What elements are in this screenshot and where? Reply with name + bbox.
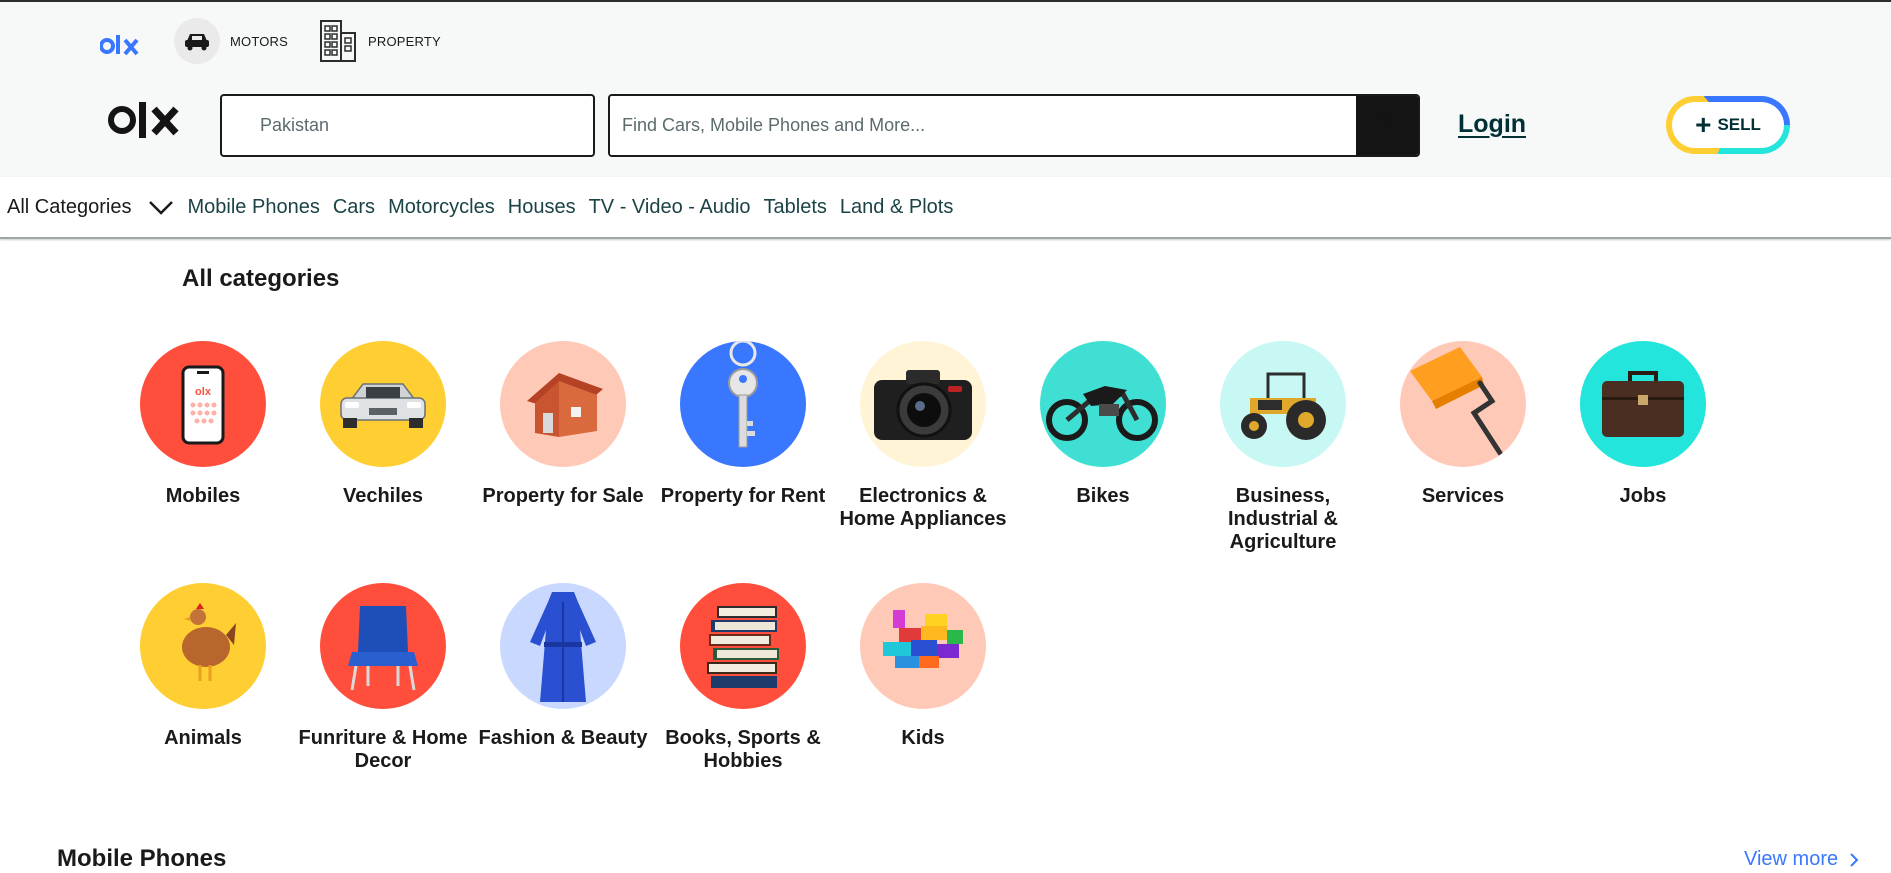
category-business[interactable]: Business, Industrial & Agriculture (1183, 341, 1383, 554)
category-books[interactable]: Books, Sports & Hobbies (643, 583, 843, 773)
car-icon (174, 18, 220, 64)
sell-button-inner: + SELL (1672, 102, 1784, 148)
olx-logo-icon[interactable] (108, 99, 180, 141)
category-furniture[interactable]: Funriture & Home Decor (283, 583, 483, 773)
dress-icon (500, 583, 626, 709)
location-input[interactable] (220, 94, 595, 157)
search-box (608, 94, 1420, 157)
plus-icon: + (1695, 109, 1712, 140)
category-label: Funriture & Home Decor (298, 727, 468, 772)
category-label: Services (1421, 485, 1505, 507)
category-mobiles[interactable]: olx Mobiles (103, 341, 303, 508)
category-services[interactable]: Services (1363, 341, 1563, 508)
sell-button[interactable]: + SELL (1666, 96, 1790, 154)
category-property-for-sale[interactable]: Property for Sale (463, 341, 663, 508)
category-label: Fashion & Beauty (478, 727, 648, 749)
all-categories-dropdown[interactable]: All Categories (7, 196, 188, 219)
olx-small-logo-icon[interactable] (100, 32, 142, 58)
category-label: Jobs (1619, 485, 1667, 507)
category-label: Animals (164, 727, 242, 749)
category-kids[interactable]: Kids (823, 583, 1023, 750)
all-categories-title: All categories (182, 265, 340, 292)
all-categories-label: All Categories (7, 195, 132, 218)
car-icon (320, 341, 446, 467)
category-label: Mobiles (165, 485, 241, 507)
category-label: Electronics & Home Appliances (839, 485, 1007, 530)
camera-icon (860, 341, 986, 467)
category-jobs[interactable]: Jobs (1543, 341, 1743, 508)
brand-row: MOTORS PROPERTY (100, 16, 471, 66)
briefcase-icon (1580, 341, 1706, 467)
chicken-icon (140, 583, 266, 709)
category-label: Vechiles (342, 485, 424, 507)
key-icon (680, 341, 806, 467)
chevron-right-icon (1850, 852, 1859, 867)
svg-text:olx: olx (195, 386, 212, 398)
motorbike-icon (1040, 341, 1166, 467)
mobile-phone-icon: olx (140, 341, 266, 467)
motors-tab[interactable]: MOTORS (174, 18, 288, 64)
motors-label: MOTORS (230, 33, 289, 49)
books-icon (680, 583, 806, 709)
search-button[interactable] (1356, 96, 1418, 155)
house-icon (500, 341, 626, 467)
nav-link-tv-video-audio[interactable]: TV - Video - Audio (589, 196, 751, 219)
chevron-down-icon (148, 201, 173, 215)
category-label: Business, Industrial & Agriculture (1227, 485, 1338, 553)
login-link[interactable]: Login (1458, 110, 1526, 139)
category-bikes[interactable]: Bikes (1003, 341, 1203, 508)
category-label: Property for Rent (660, 485, 826, 507)
toy-blocks-icon (860, 583, 986, 709)
nav-link-cars[interactable]: Cars (333, 196, 375, 219)
category-vehicles[interactable]: Vechiles (283, 341, 483, 508)
nav-link-motorcycles[interactable]: Motorcycles (388, 196, 495, 219)
category-property-for-rent[interactable]: Property for Rent (643, 341, 843, 508)
paint-roller-icon (1400, 341, 1526, 467)
building-icon (318, 18, 358, 64)
category-fashion[interactable]: Fashion & Beauty (463, 583, 663, 750)
chair-icon (320, 583, 446, 709)
mobile-phones-section-title: Mobile Phones (57, 845, 227, 872)
property-tab[interactable]: PROPERTY (318, 18, 441, 64)
nav-link-houses[interactable]: Houses (508, 196, 576, 219)
sell-label: SELL (1717, 115, 1761, 134)
search-icon (1378, 116, 1392, 131)
header: MOTORS PROPERTY Pakistan Find Cars, Mobi… (0, 2, 1891, 177)
nav-link-land-plots[interactable]: Land & Plots (840, 196, 953, 219)
category-label: Kids (901, 727, 945, 749)
category-label: Property for Sale (482, 485, 644, 507)
view-more-label: View more (1744, 848, 1839, 870)
nav-link-tablets[interactable]: Tablets (764, 196, 827, 219)
property-label: PROPERTY (368, 33, 441, 49)
category-label: Books, Sports & Hobbies (665, 727, 821, 772)
category-label: Bikes (1076, 485, 1130, 507)
category-electronics[interactable]: Electronics & Home Appliances (823, 341, 1023, 531)
category-animals[interactable]: Animals (103, 583, 303, 750)
nav-link-mobile-phones[interactable]: Mobile Phones (188, 196, 320, 219)
tractor-icon (1220, 341, 1346, 467)
category-nav: All Categories Mobile Phones Cars Motorc… (0, 177, 1891, 239)
view-more-link[interactable]: View more (1744, 848, 1862, 871)
search-input[interactable] (610, 96, 1356, 155)
